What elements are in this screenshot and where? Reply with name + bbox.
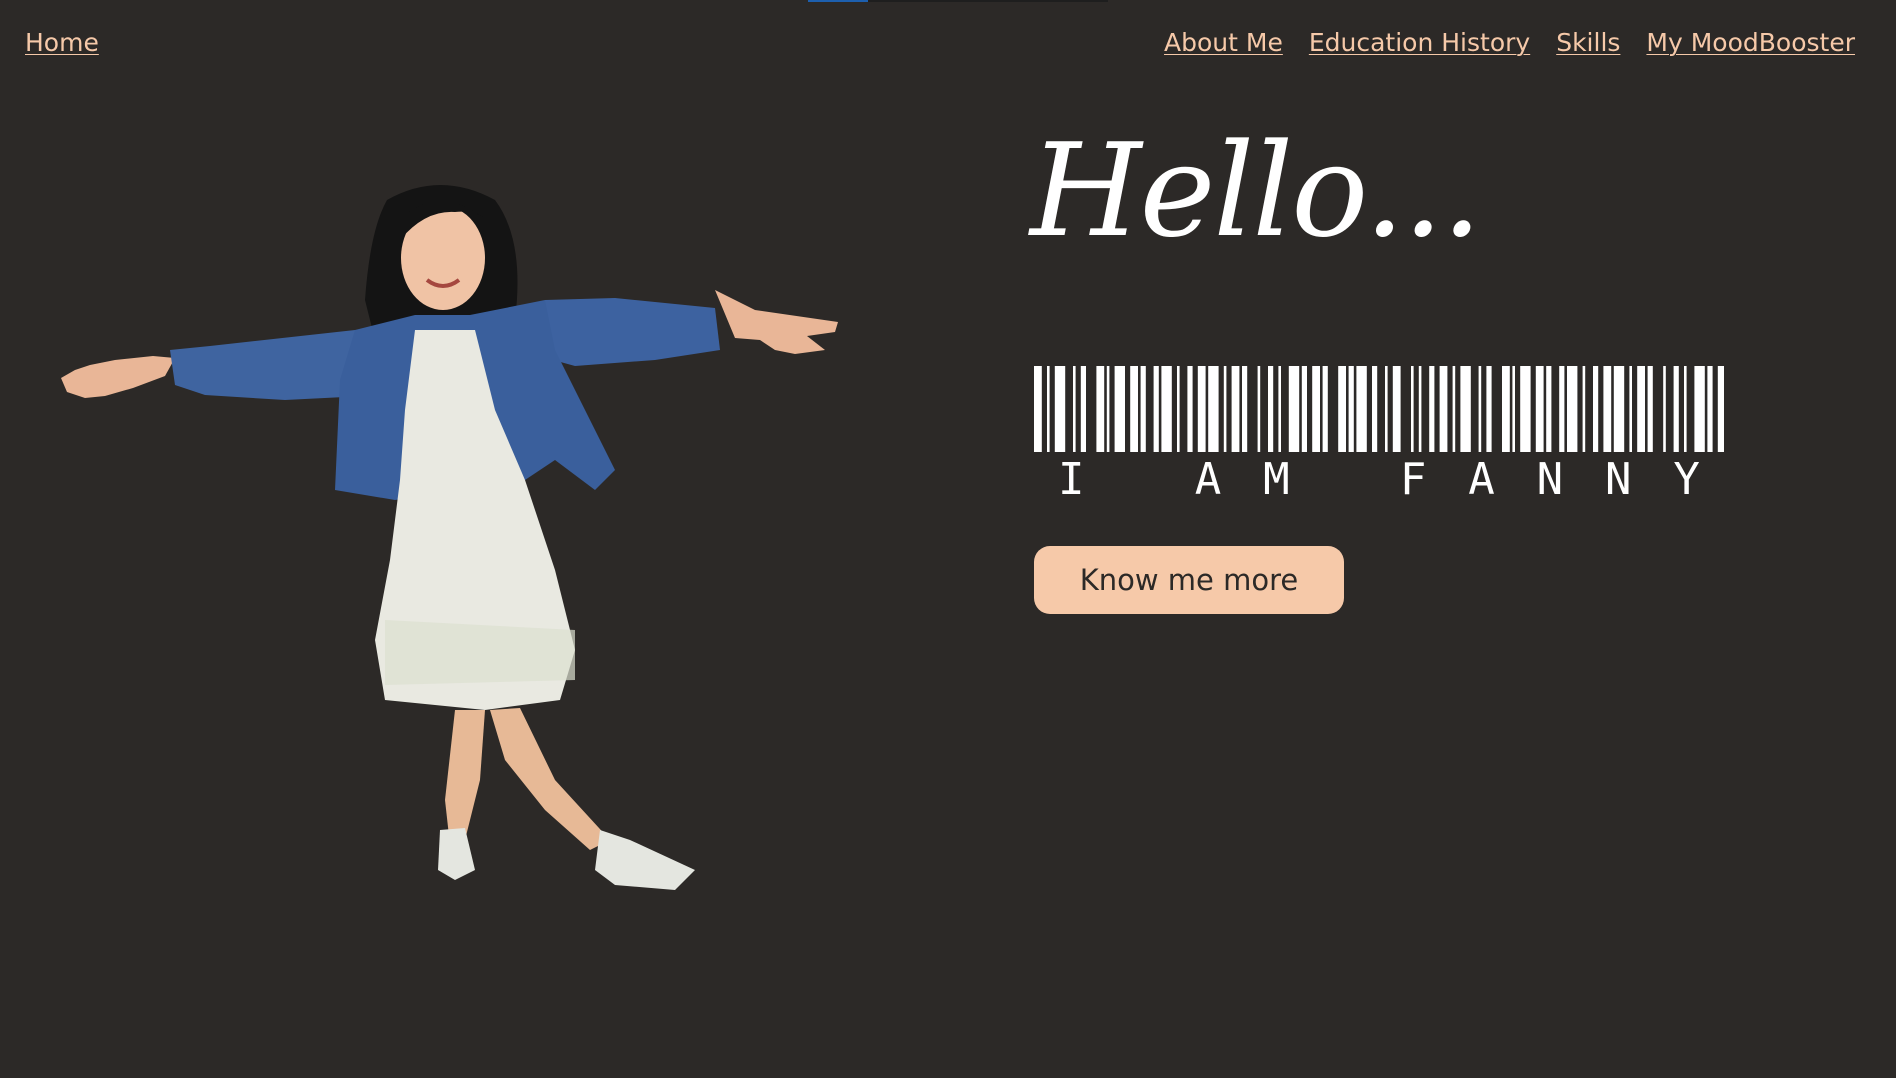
page-progress-indicator xyxy=(808,0,1108,2)
barcode-bar xyxy=(1073,366,1076,452)
barcode-bar xyxy=(1223,366,1227,452)
barcode-bar xyxy=(1559,366,1565,452)
barcode-bar xyxy=(1567,366,1578,452)
barcode-char: N xyxy=(1605,454,1632,505)
barcode-bar xyxy=(1673,366,1679,452)
barcode-bar xyxy=(1242,366,1248,452)
nav-about-me-link[interactable]: About Me xyxy=(1164,28,1283,57)
barcode-bar xyxy=(1629,366,1632,452)
nav-moodbooster-link[interactable]: My MoodBooster xyxy=(1646,28,1855,57)
barcode-bar xyxy=(1684,366,1687,452)
barcode-bar xyxy=(1486,366,1492,452)
barcode-bar xyxy=(1161,366,1172,452)
barcode-char: N xyxy=(1536,454,1564,505)
barcode-char: A xyxy=(1194,454,1222,505)
barcode-bar xyxy=(1694,366,1705,452)
nav-skills-link[interactable]: Skills xyxy=(1556,28,1620,57)
barcode-bar xyxy=(1637,366,1645,452)
barcode-bar xyxy=(1478,366,1482,452)
barcode-char: I xyxy=(1058,454,1085,505)
barcode-char: F xyxy=(1399,454,1427,505)
barcode-graphic xyxy=(1034,366,1724,452)
hero-greeting: Hello... xyxy=(1030,117,1482,266)
barcode-bar xyxy=(1546,366,1552,452)
barcode-bar xyxy=(1096,366,1105,452)
barcode-bar xyxy=(1439,366,1448,452)
barcode-bar xyxy=(1322,366,1328,452)
profile-photo xyxy=(61,185,838,890)
barcode-bar xyxy=(1177,366,1180,452)
barcode-bar xyxy=(1054,366,1066,452)
nav-right-links: About Me Education History Skills My Moo… xyxy=(1164,28,1855,57)
barcode-char: Y xyxy=(1673,454,1700,505)
barcode-bar xyxy=(1520,366,1531,452)
barcode-char xyxy=(1332,458,1359,502)
barcode-bar xyxy=(1613,366,1625,452)
barcode-char xyxy=(1126,458,1153,502)
barcode-name-block: I AM FANNY xyxy=(1034,366,1724,502)
barcode-bar xyxy=(1512,366,1515,452)
progress-active-segment xyxy=(808,0,868,2)
barcode-bar xyxy=(1338,366,1346,452)
barcode-bar xyxy=(1348,366,1354,452)
barcode-bar xyxy=(1114,366,1125,452)
barcode-bar xyxy=(1106,366,1110,452)
barcode-label: I AM FANNY xyxy=(1034,458,1724,502)
barcode-bar xyxy=(1301,366,1307,452)
barcode-bar xyxy=(1582,366,1586,452)
barcode-bar xyxy=(1647,366,1653,452)
barcode-bar xyxy=(1429,366,1435,452)
barcode-bar xyxy=(1356,366,1367,452)
barcode-bar xyxy=(1278,366,1281,452)
barcode-bar xyxy=(1502,366,1510,452)
barcode-bar xyxy=(1257,366,1261,452)
top-navigation: Home About Me Education History Skills M… xyxy=(25,28,1855,68)
barcode-bar xyxy=(1392,366,1401,452)
barcode-bar xyxy=(1140,366,1146,452)
barcode-bar xyxy=(1268,366,1274,452)
barcode-bar xyxy=(1047,366,1050,452)
barcode-bar xyxy=(1717,366,1724,452)
barcode-bar xyxy=(1593,366,1599,452)
barcode-bar xyxy=(1418,366,1422,452)
barcode-bar xyxy=(1372,366,1378,452)
barcode-bar xyxy=(1187,366,1193,452)
barcode-bar xyxy=(1385,366,1388,452)
barcode-bar xyxy=(1153,366,1159,452)
barcode-bar xyxy=(1034,366,1042,452)
barcode-bar xyxy=(1288,366,1300,452)
know-me-more-button[interactable]: Know me more xyxy=(1034,546,1344,614)
barcode-bar xyxy=(1707,366,1713,452)
barcode-bar xyxy=(1411,366,1414,452)
barcode-bar xyxy=(1452,366,1456,452)
barcode-bar xyxy=(1663,366,1666,452)
barcode-bar xyxy=(1460,366,1471,452)
barcode-bar xyxy=(1312,366,1320,452)
barcode-bar xyxy=(1197,366,1206,452)
barcode-bar xyxy=(1231,366,1240,452)
barcode-bar xyxy=(1208,366,1219,452)
barcode-bar xyxy=(1603,366,1612,452)
nav-home-link[interactable]: Home xyxy=(25,28,99,57)
barcode-char: A xyxy=(1468,454,1495,505)
page: Home About Me Education History Skills M… xyxy=(0,0,1896,1078)
barcode-bar xyxy=(1080,366,1086,452)
barcode-bar xyxy=(1535,366,1544,452)
barcode-bar xyxy=(1130,366,1138,452)
nav-education-history-link[interactable]: Education History xyxy=(1309,28,1530,57)
barcode-char: M xyxy=(1263,454,1290,505)
